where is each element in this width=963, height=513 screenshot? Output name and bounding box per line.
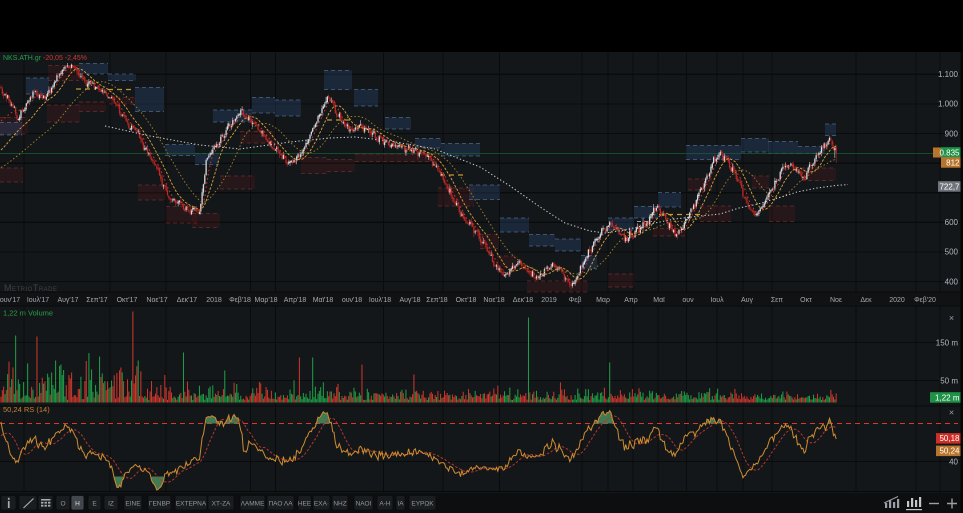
svg-text:Αυγ: Αυγ bbox=[741, 297, 753, 304]
svg-text:Ε: Ε bbox=[92, 500, 97, 507]
svg-text:ΠΑΟ ΛΑ: ΠΑΟ ΛΑ bbox=[268, 500, 293, 507]
svg-text:Σεπ: Σεπ bbox=[771, 297, 783, 304]
svg-text:Φεβ: Φεβ bbox=[569, 297, 582, 304]
svg-text:Απρ: Απρ bbox=[624, 297, 637, 304]
svg-text:Οκτ: Οκτ bbox=[800, 297, 812, 304]
svg-text:ΕΥΡΩΚ: ΕΥΡΩΚ bbox=[411, 500, 434, 507]
svg-text:50,18: 50,18 bbox=[939, 434, 960, 443]
svg-text:Μαϊ: Μαϊ bbox=[653, 297, 665, 304]
svg-text:ΙΖ: ΙΖ bbox=[108, 500, 114, 507]
svg-text:Φεβ'20: Φεβ'20 bbox=[914, 297, 936, 304]
svg-text:1,22 m Volume: 1,22 m Volume bbox=[3, 309, 53, 318]
svg-text:600: 600 bbox=[945, 218, 959, 227]
svg-text:40: 40 bbox=[949, 457, 958, 466]
svg-text:NKS.ATH.gr: NKS.ATH.gr bbox=[3, 55, 42, 62]
svg-text:ΧΤ-ΖΑ: ΧΤ-ΖΑ bbox=[212, 500, 231, 507]
svg-text:50,24 RS (14): 50,24 RS (14) bbox=[3, 405, 50, 414]
svg-text:1.100: 1.100 bbox=[938, 70, 959, 79]
svg-text:Νοε: Νοε bbox=[830, 297, 842, 304]
svg-text:Ο: Ο bbox=[60, 500, 65, 507]
svg-text:ουν'17: ουν'17 bbox=[0, 297, 20, 304]
svg-text:Αυγ'17: Αυγ'17 bbox=[57, 297, 78, 304]
svg-text:2020: 2020 bbox=[889, 297, 905, 304]
svg-text:×: × bbox=[949, 313, 954, 323]
svg-text:50 m: 50 m bbox=[940, 376, 958, 385]
svg-text:400: 400 bbox=[945, 277, 959, 286]
svg-text:Δεκ'18: Δεκ'18 bbox=[513, 297, 534, 304]
svg-text:Νοε'18: Νοε'18 bbox=[483, 297, 504, 304]
svg-text:500: 500 bbox=[945, 248, 959, 257]
svg-text:ΕΧΤΕΡΝΑ: ΕΧΤΕΡΝΑ bbox=[176, 500, 207, 507]
svg-text:1,22 m: 1,22 m bbox=[935, 393, 960, 402]
svg-text:Ιουλ'18: Ιουλ'18 bbox=[369, 297, 391, 304]
svg-text:Σεπ'17: Σεπ'17 bbox=[86, 297, 108, 304]
svg-text:-20,05 -2,45%: -20,05 -2,45% bbox=[43, 55, 87, 62]
svg-text:Η: Η bbox=[75, 500, 80, 507]
svg-text:ΓΕΝΒΡ: ΓΕΝΒΡ bbox=[149, 500, 170, 507]
svg-text:ουν: ουν bbox=[682, 297, 694, 304]
svg-text:2018: 2018 bbox=[206, 297, 222, 304]
svg-text:2019: 2019 bbox=[541, 297, 557, 304]
svg-text:Οκτ'18: Οκτ'18 bbox=[456, 297, 477, 304]
svg-text:ΗΕΕ: ΗΕΕ bbox=[298, 500, 312, 507]
svg-text:MetrioTrade: MetrioTrade bbox=[4, 283, 58, 293]
svg-text:Ιουλ: Ιουλ bbox=[710, 297, 724, 304]
svg-text:Σεπ'18: Σεπ'18 bbox=[426, 297, 448, 304]
svg-text:722,7: 722,7 bbox=[939, 182, 960, 191]
svg-text:ΕΧΑ·: ΕΧΑ· bbox=[314, 500, 329, 507]
svg-text:Νοε'17: Νοε'17 bbox=[146, 297, 167, 304]
svg-text:ΛΑΜΜΕ: ΛΑΜΜΕ bbox=[241, 500, 266, 507]
svg-text:ουν'18: ουν'18 bbox=[342, 297, 362, 304]
svg-text:ΝΗΖ: ΝΗΖ bbox=[333, 500, 346, 507]
svg-text:ΝΑΟΙ: ΝΑΟΙ bbox=[356, 500, 372, 507]
svg-text:Φεβ'18: Φεβ'18 bbox=[229, 297, 251, 304]
svg-text:ΕΙΝΕ: ΕΙΝΕ bbox=[125, 500, 141, 507]
svg-text:900: 900 bbox=[945, 129, 959, 138]
svg-text:Αυγ'18: Αυγ'18 bbox=[399, 297, 420, 304]
svg-text:50,24: 50,24 bbox=[939, 447, 960, 456]
svg-text:Μαρ: Μαρ bbox=[596, 297, 610, 304]
svg-text:Μαϊ'18: Μαϊ'18 bbox=[313, 297, 334, 304]
svg-text:ΙΑ: ΙΑ bbox=[397, 500, 404, 507]
svg-text:812: 812 bbox=[946, 158, 960, 167]
svg-text:Δεκ'17: Δεκ'17 bbox=[177, 297, 198, 304]
svg-text:Ιουλ'17: Ιουλ'17 bbox=[27, 297, 49, 304]
svg-text:Οκτ'17: Οκτ'17 bbox=[117, 297, 138, 304]
svg-text:1.000: 1.000 bbox=[938, 100, 959, 109]
svg-text:Δεκ: Δεκ bbox=[860, 297, 872, 304]
svg-text:×: × bbox=[949, 407, 954, 417]
svg-text:Α-Η: Α-Η bbox=[379, 500, 391, 507]
svg-text:0.835: 0.835 bbox=[939, 148, 960, 157]
svg-text:150 m: 150 m bbox=[936, 338, 959, 347]
svg-text:Μαρ'18: Μαρ'18 bbox=[255, 297, 278, 304]
svg-text:Απρ'18: Απρ'18 bbox=[284, 297, 307, 304]
